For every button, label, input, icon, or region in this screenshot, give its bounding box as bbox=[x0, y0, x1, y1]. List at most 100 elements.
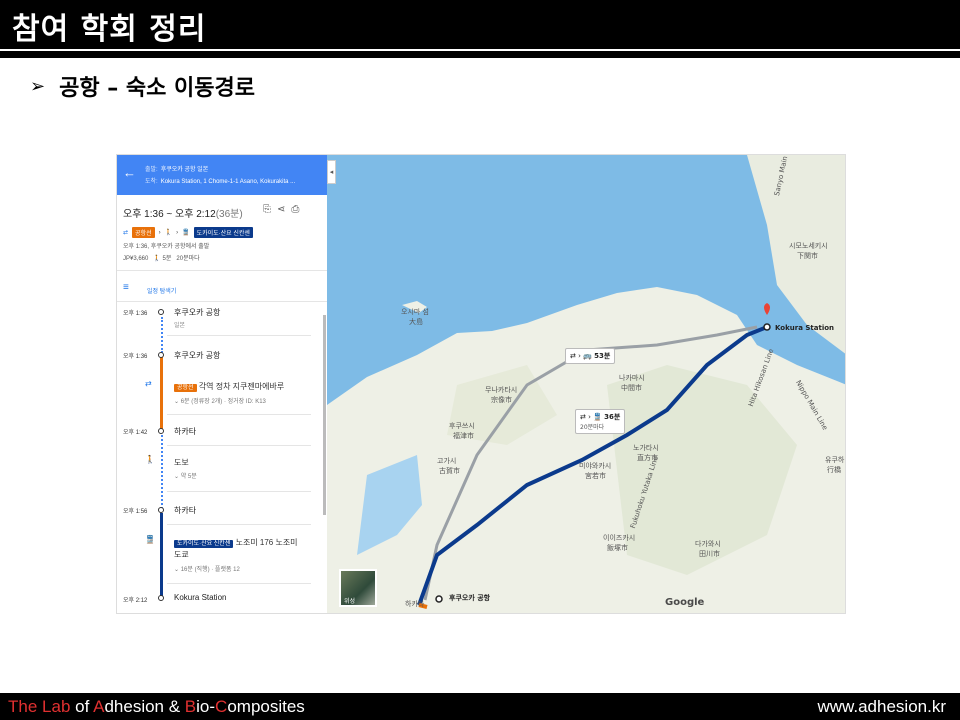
place-munakata: 무나카타시 bbox=[485, 386, 518, 394]
destination-value: Kokura Station, 1 Chome-1-1 Asano, Kokur… bbox=[160, 179, 296, 185]
alt-route-callout[interactable]: ⇄ › 🚌 53분 bbox=[565, 348, 616, 364]
end-marker bbox=[763, 323, 771, 331]
stop-name[interactable]: 후쿠오카 공항 bbox=[174, 350, 220, 361]
leg-airport-sub[interactable]: ⌄ 6분 (정류장 2개) · 정거장 ID: K13 bbox=[174, 396, 266, 405]
shinkansen-icon: 🚆 bbox=[145, 535, 155, 544]
website-url[interactable]: www.adhesion.kr bbox=[817, 697, 946, 717]
stop-time: 오후 2:12 bbox=[123, 598, 148, 604]
place-iizuka-kanji: 飯塚市 bbox=[607, 544, 628, 552]
walk-icon: 🚶 bbox=[164, 230, 173, 236]
main-route-duration: 36분 bbox=[604, 413, 621, 421]
stop-name[interactable]: Kokura Station bbox=[174, 593, 226, 602]
trip-duration: (36분) bbox=[215, 209, 243, 220]
back-arrow-icon[interactable]: ← bbox=[123, 165, 136, 180]
header-divider bbox=[0, 49, 960, 51]
divider bbox=[117, 270, 327, 271]
google-logo: Google bbox=[665, 597, 705, 608]
panel-scrollbar[interactable] bbox=[323, 315, 326, 515]
place-oshima: 오시마 섬 bbox=[401, 308, 429, 316]
stop-name[interactable]: 하카타 bbox=[174, 505, 196, 516]
stop-dot bbox=[158, 428, 164, 434]
collapse-panel-button[interactable]: ◂ bbox=[327, 160, 336, 184]
frequency: 20분마다 bbox=[176, 256, 200, 262]
chevron-down-icon: ⌄ bbox=[174, 399, 180, 405]
chevron-icon: › bbox=[176, 229, 179, 236]
leg-badge-shinkansen: 도카이도·산요 신칸센 bbox=[174, 540, 234, 548]
place-tagawa-kanji: 田川市 bbox=[699, 550, 720, 558]
stop-name[interactable]: 하카타 bbox=[174, 426, 196, 437]
walk-icon: 🚶 bbox=[153, 256, 161, 262]
origin-value: 후쿠오카 공항 일본 bbox=[160, 167, 209, 173]
shinkansen-icon: 🚆 bbox=[182, 230, 190, 236]
leg-walk-text: 도보 bbox=[174, 458, 189, 467]
leg-airport-text: 각역 정차 지쿠젠마에바루 bbox=[198, 382, 285, 391]
summary-actions: ⎘ ⋖ ⎙ bbox=[263, 204, 305, 215]
leg-shinkansen-line: 도카이도·산요 신칸센 노조미 176 노조미 bbox=[174, 537, 298, 548]
slide-title: 참여 학회 정리 bbox=[12, 12, 207, 47]
directions-header: ← 출발: 후쿠오카 공항 일본 도착: Kokura Station, 1 Cho… bbox=[117, 155, 327, 195]
fare-row: JP¥3,660 🚶 5분 20분마다 bbox=[123, 253, 200, 262]
trip-summary: 오후 1:36 ~ 오후 2:12(36분) bbox=[123, 205, 243, 220]
share-icon[interactable]: ⋖ bbox=[277, 204, 285, 215]
end-label: Kokura Station bbox=[775, 324, 835, 332]
fare: JP¥3,660 bbox=[123, 256, 149, 262]
stop-time: 오후 1:42 bbox=[123, 430, 148, 436]
leg-shinkansen-sub[interactable]: ⌄ 16분 (직행) · 플랫폼 12 bbox=[174, 564, 240, 573]
place-iizuka: 이이즈카시 bbox=[603, 534, 636, 542]
leg-shinkansen-dest: 도쿄 bbox=[174, 550, 189, 559]
shinkansen-line-segment bbox=[160, 513, 163, 597]
start-label: 후쿠오카 공항 bbox=[449, 594, 491, 602]
train-icon: ⇄ bbox=[123, 230, 129, 236]
place-miyawaka: 미야와카시 bbox=[579, 462, 612, 470]
divider bbox=[167, 524, 311, 525]
map-view[interactable] bbox=[327, 155, 846, 614]
walk-dotted-line bbox=[161, 435, 163, 509]
leg-walk-sub[interactable]: ⌄ 약 5분 bbox=[174, 471, 197, 480]
route-overview: ⇄ 공항선 › 🚶 › 🚆 도카이도·산요 신칸센 bbox=[123, 227, 253, 238]
airport-line-segment bbox=[160, 357, 163, 429]
stop-dot bbox=[158, 309, 164, 315]
place-shimonoseki-kanji: 下関市 bbox=[797, 252, 818, 260]
maps-screenshot: ◂ 시모노세키시 下関市 오시마 섬 大島 나카마시 中間市 무나카타시 宗像市… bbox=[116, 154, 846, 614]
leg-airport-line: 공항선 각역 정차 지쿠젠마에바루 bbox=[174, 381, 284, 392]
main-route-frequency: 20분마다 bbox=[580, 424, 605, 431]
send-to-phone-icon[interactable]: ⎘ bbox=[263, 204, 271, 215]
chevron-icon: › bbox=[158, 229, 161, 236]
place-miyawaka-kanji: 宮若市 bbox=[585, 472, 606, 480]
alt-route-duration: 53분 bbox=[594, 352, 611, 360]
start-marker bbox=[435, 595, 443, 603]
stop-time: 오후 1:36 bbox=[123, 354, 148, 360]
place-nogata: 노가타시 bbox=[633, 444, 659, 452]
stop-dot bbox=[158, 352, 164, 358]
place-fukutsu: 후쿠쓰시 bbox=[449, 422, 475, 430]
schedule-menu-icon[interactable]: ≡ bbox=[123, 282, 129, 293]
stop-time: 오후 1:36 bbox=[123, 311, 148, 317]
bullet-item: ➢ 공항 – 숙소 이동경로 bbox=[30, 70, 255, 102]
hakata-label: 하카타 bbox=[405, 600, 425, 608]
stop-dot bbox=[158, 595, 164, 601]
place-nakama: 나카마시 bbox=[619, 374, 645, 382]
divider bbox=[167, 445, 311, 446]
bullet-text: 공항 – 숙소 이동경로 bbox=[59, 76, 255, 101]
stop-name[interactable]: 후쿠오카 공항 bbox=[174, 307, 220, 318]
bus-icon: 🚌 bbox=[583, 352, 592, 360]
destination-line: 도착: Kokura Station, 1 Chome-1-1 Asano, Ko… bbox=[145, 176, 295, 185]
place-koga-kanji: 古賀市 bbox=[439, 467, 460, 475]
chevron-down-icon: ⌄ bbox=[174, 474, 180, 480]
leg-badge-airport: 공항선 bbox=[174, 384, 197, 392]
place-yukuhashi-kanji: 行橋 bbox=[827, 466, 841, 474]
divider bbox=[167, 583, 311, 584]
print-icon[interactable]: ⎙ bbox=[291, 204, 299, 215]
chevron-down-icon: ⌄ bbox=[174, 567, 180, 573]
divider bbox=[167, 491, 311, 492]
bullet-arrow-icon: ➢ bbox=[30, 75, 46, 97]
schedule-explorer-link[interactable]: 일정 탐색기 bbox=[147, 286, 176, 295]
place-koga: 고가시 bbox=[437, 457, 457, 465]
route-badge-shinkansen: 도카이도·산요 신칸센 bbox=[193, 227, 253, 238]
stop-dot bbox=[158, 507, 164, 513]
slide: 참여 학회 정리 ➢ 공항 – 숙소 이동경로 ◂ 시모노세키시 下関市 오시마… bbox=[0, 0, 960, 720]
header-bar: 참여 학회 정리 bbox=[0, 0, 960, 58]
footer-bar: The Lab of Adhesion & Bio-Composites www… bbox=[0, 693, 960, 720]
main-route-callout[interactable]: ⇄ › 🚆 36분 20분마다 bbox=[575, 409, 626, 434]
place-shimonoseki: 시모노세키시 bbox=[789, 242, 828, 250]
